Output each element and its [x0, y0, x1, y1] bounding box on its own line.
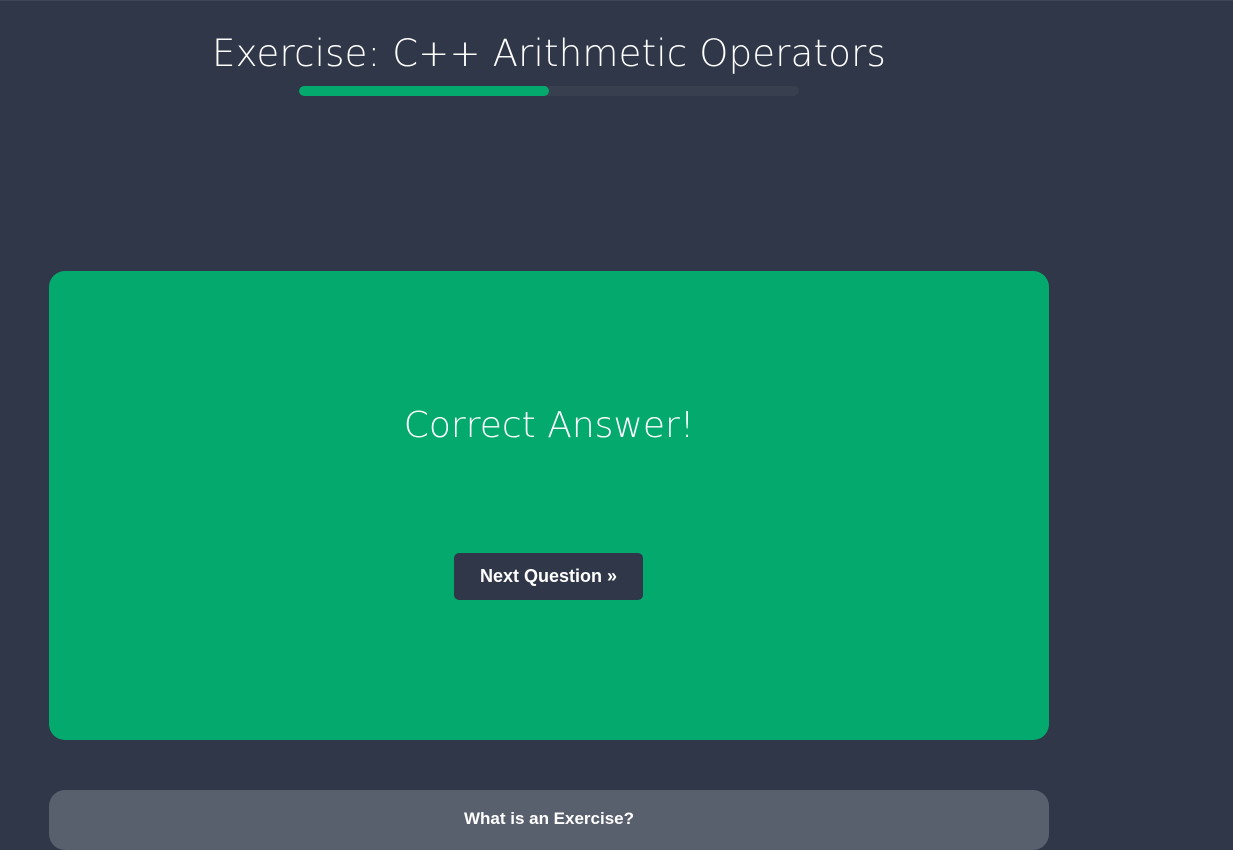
exercise-info-card[interactable]: What is an Exercise?	[49, 790, 1049, 850]
next-question-button[interactable]: Next Question »	[454, 553, 643, 600]
result-message: Correct Answer!	[403, 405, 695, 446]
result-card: Correct Answer! Next Question »	[49, 271, 1049, 740]
progress-bar	[299, 86, 799, 96]
exercise-page: Exercise: C++ Arithmetic Operators Corre…	[0, 0, 1233, 850]
top-divider	[0, 0, 1233, 1]
progress-bar-fill	[299, 86, 549, 96]
page-title: Exercise: C++ Arithmetic Operators	[212, 32, 886, 75]
exercise-info-title: What is an Exercise?	[463, 809, 635, 828]
